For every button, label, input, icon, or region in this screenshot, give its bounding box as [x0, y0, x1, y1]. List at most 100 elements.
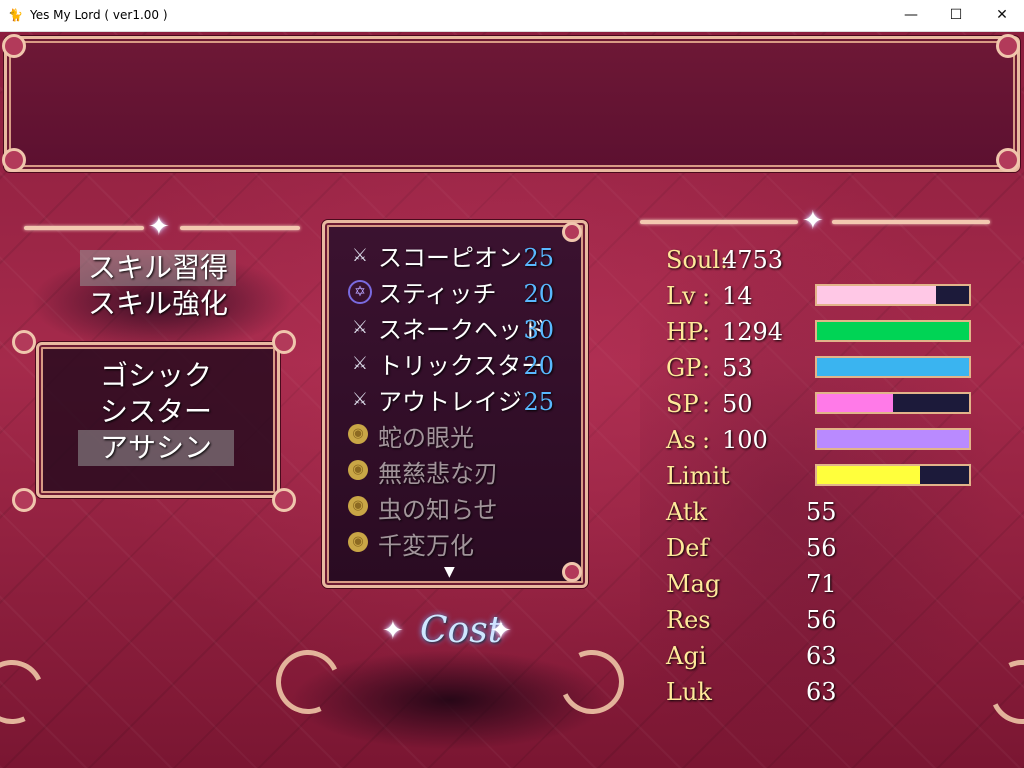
sparkle-icon: ✦ [802, 206, 824, 236]
luk-label: Luk [666, 678, 712, 706]
as-label: As [666, 426, 696, 454]
category-gothic[interactable]: ゴシック [78, 358, 234, 394]
hp-separator: : [702, 318, 711, 346]
as-gauge-fill [817, 430, 969, 448]
crossed-swords-icon: ⚔ [351, 389, 369, 410]
skill-name: トリックスター [378, 352, 546, 380]
skill-row[interactable]: ⚔ スネークヘッド 30 [348, 312, 578, 348]
gp-gauge-fill [817, 358, 969, 376]
skill-name: 無慈悲な刃 [378, 460, 498, 488]
status-ornament: ✦ [640, 208, 990, 234]
gp-label: GP [666, 354, 702, 382]
skill-row[interactable]: ◉ 無慈悲な刃 [348, 456, 578, 492]
gold-eye-icon: ◉ [348, 460, 368, 480]
skill-name: スコーピオン [378, 244, 522, 272]
cost-panel [290, 650, 610, 750]
help-window [4, 36, 1020, 172]
mag-value: 71 [806, 570, 837, 598]
crossed-swords-icon: ⚔ [351, 353, 369, 374]
skill-name: 千変万化 [378, 532, 474, 560]
window-titlebar: 🐈 Yes My Lord ( ver1.00 ) — ☐ ✕ [0, 0, 1024, 32]
gold-eye-icon: ◉ [348, 424, 368, 444]
agi-value: 63 [806, 642, 837, 670]
atk-value: 55 [806, 498, 837, 526]
as-separator: : [702, 426, 711, 454]
crossed-swords-icon: ⚔ [351, 245, 369, 266]
hexagram-icon: ✡ [348, 280, 372, 304]
res-label: Res [666, 606, 711, 634]
frame-corner-ornament [2, 148, 26, 172]
sparkle-icon: ✦ [490, 616, 512, 646]
category-assassin[interactable]: アサシン [78, 430, 234, 466]
skill-row[interactable]: ⚔ トリックスター 20 [348, 348, 578, 384]
hp-label: HP [666, 318, 704, 346]
left-ornament: ✦ [24, 214, 300, 240]
soul-label: Soul: [666, 246, 729, 274]
skill-row[interactable]: ⚔ アウトレイジ 25 [348, 384, 578, 420]
lv-gauge [815, 284, 971, 306]
skill-name: スネークヘッド [378, 316, 546, 344]
skill-name: 蛇の眼光 [378, 424, 474, 452]
frame-corner-ornament [996, 148, 1020, 172]
skill-row[interactable]: ✡ スティッチ 20 [348, 276, 578, 312]
scroll-down-arrow-icon[interactable]: ▼ [444, 564, 455, 580]
hp-gauge [815, 320, 971, 342]
limit-label: Limit [666, 462, 730, 490]
def-label: Def [666, 534, 709, 562]
lv-gauge-fill [817, 286, 936, 304]
skill-name: アウトレイジ [378, 388, 522, 416]
skill-cost: 20 [523, 280, 554, 308]
skill-row[interactable]: ◉ 虫の知らせ [348, 492, 578, 528]
skill-cost: 25 [523, 244, 554, 272]
close-button[interactable]: ✕ [979, 0, 1024, 31]
limit-gauge [815, 464, 971, 486]
atk-label: Atk [666, 498, 708, 526]
maximize-button[interactable]: ☐ [933, 0, 979, 31]
sp-gauge [815, 392, 971, 414]
skill-name: スティッチ [378, 280, 497, 308]
game-screen: ✦ スキル習得 スキル強化 ゴシック シスター アサシン ⚔ スコーピオン 25… [0, 32, 1024, 768]
frame-corner-ornament [562, 562, 582, 582]
soul-value: 4753 [722, 246, 784, 274]
gold-eye-icon: ◉ [348, 496, 368, 516]
def-value: 56 [806, 534, 837, 562]
sp-value: 50 [722, 390, 753, 418]
skill-cost: 30 [523, 316, 554, 344]
minimize-button[interactable]: — [888, 0, 934, 31]
frame-corner-ornament [562, 222, 582, 242]
app-icon: 🐈 [8, 8, 23, 22]
window-title: Yes My Lord ( ver1.00 ) [30, 8, 168, 22]
skill-cost: 20 [523, 352, 554, 380]
mag-label: Mag [666, 570, 721, 598]
frame-corner-ornament [996, 34, 1020, 58]
limit-gauge-fill [817, 466, 921, 484]
frame-corner-ornament [12, 330, 36, 354]
lv-label: Lv [666, 282, 696, 310]
hp-gauge-fill [817, 322, 969, 340]
crossed-swords-icon: ⚔ [351, 317, 369, 338]
skill-name: 虫の知らせ [378, 496, 498, 524]
as-value: 100 [722, 426, 768, 454]
as-gauge [815, 428, 971, 450]
sp-label: SP [666, 390, 699, 418]
sp-gauge-fill [817, 394, 893, 412]
gp-value: 53 [722, 354, 753, 382]
agi-label: Agi [666, 642, 707, 670]
category-sister[interactable]: シスター [78, 394, 234, 430]
frame-corner-ornament [12, 488, 36, 512]
lv-separator: : [702, 282, 711, 310]
skill-row[interactable]: ◉ 千変万化 [348, 528, 578, 564]
scroll-ornament [0, 650, 54, 734]
frame-corner-ornament [2, 34, 26, 58]
gp-separator: : [702, 354, 711, 382]
frame-corner-ornament [272, 330, 296, 354]
lv-value: 14 [722, 282, 753, 310]
skill-row[interactable]: ◉ 蛇の眼光 [348, 420, 578, 456]
command-skill-learn[interactable]: スキル習得 [80, 250, 236, 286]
skill-row[interactable]: ⚔ スコーピオン 25 [348, 240, 578, 276]
res-value: 56 [806, 606, 837, 634]
frame-corner-ornament [272, 488, 296, 512]
gp-gauge [815, 356, 971, 378]
sp-separator: : [702, 390, 711, 418]
command-skill-enhance[interactable]: スキル強化 [80, 286, 236, 322]
